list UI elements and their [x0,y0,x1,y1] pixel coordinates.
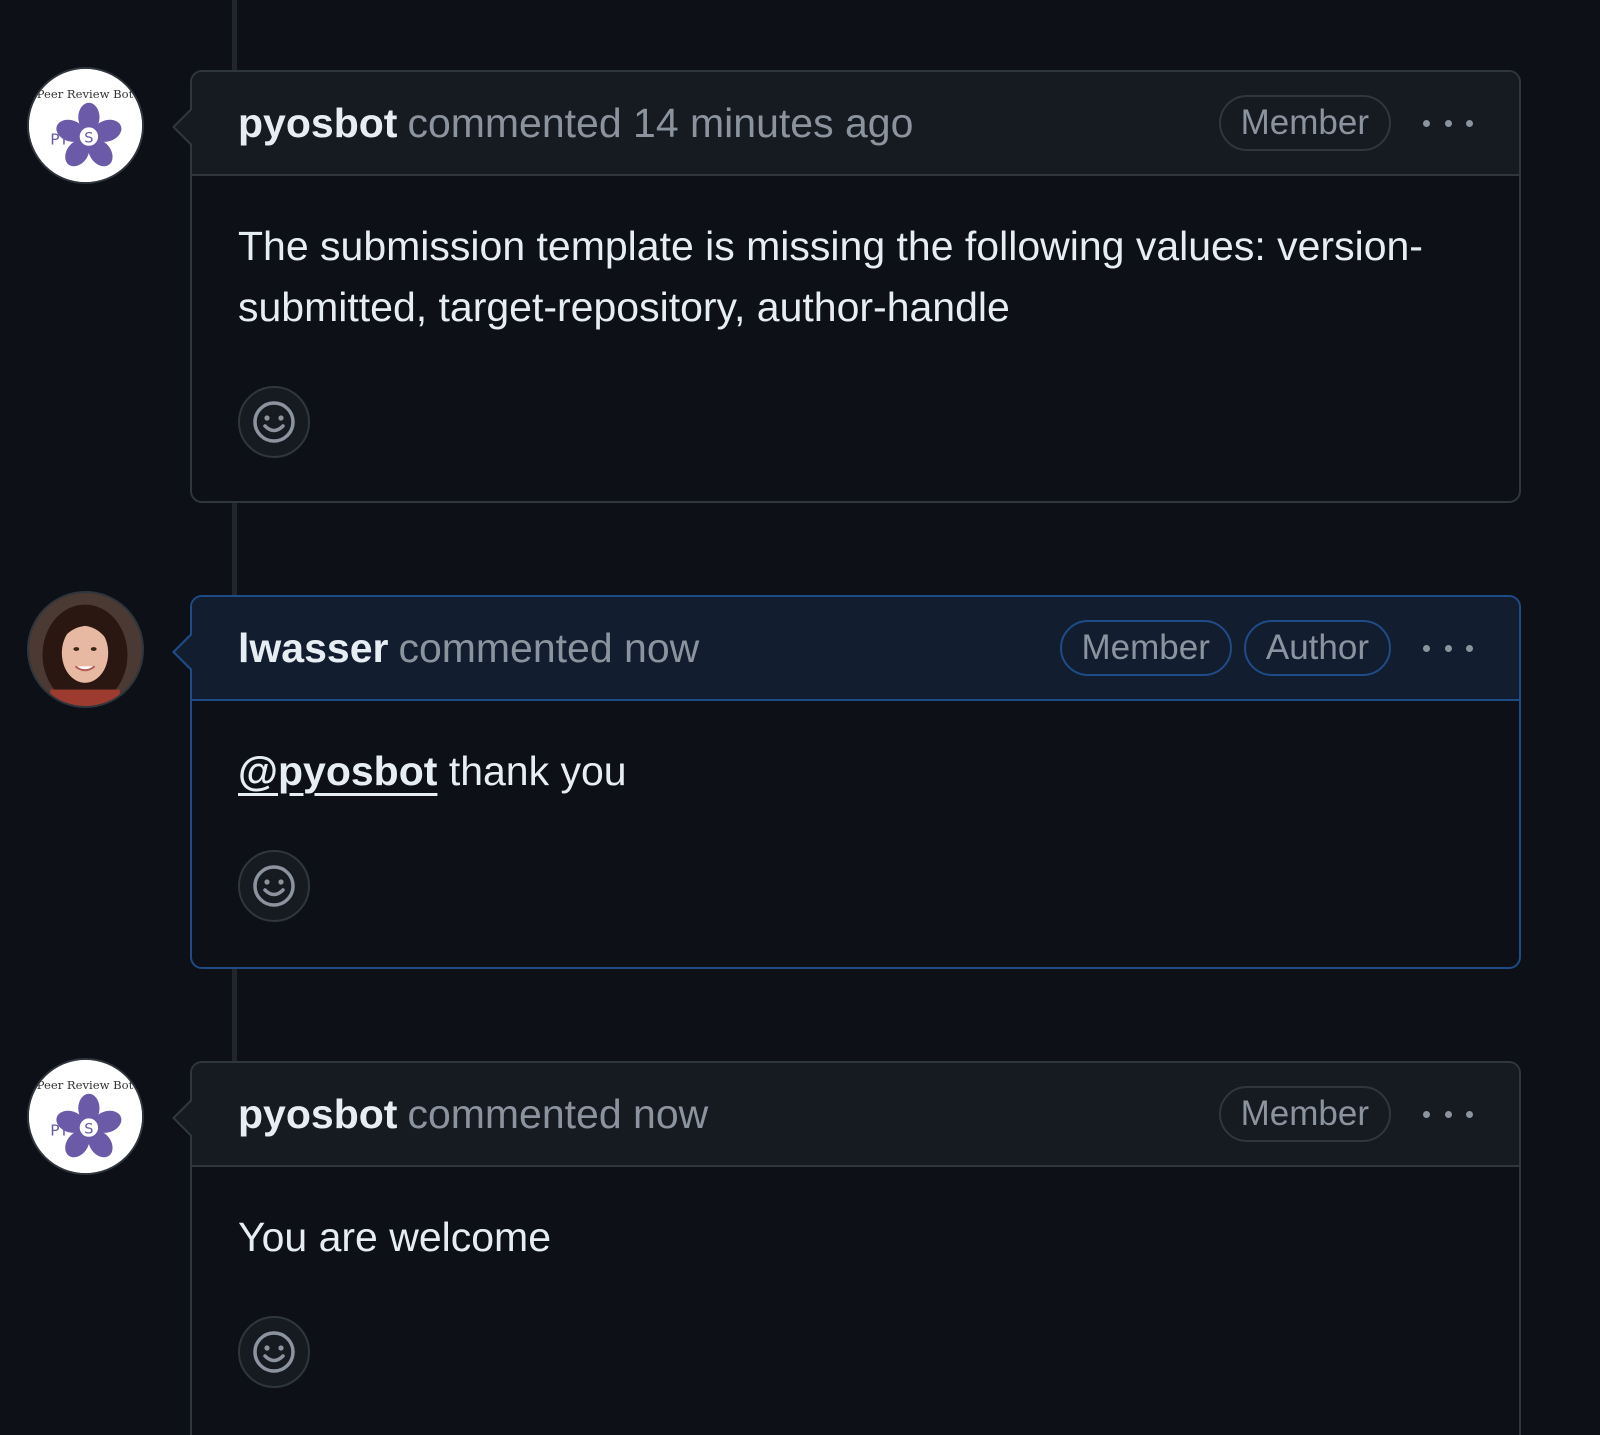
add-reaction-button[interactable] [238,386,310,458]
comment-pointer [172,632,193,672]
pyos-logo-icon: Peer Review Bot S PY [29,1060,142,1173]
comment-header: lwasser commented now Member Author [192,597,1519,701]
comment-header: pyosbot commented now Member [192,1063,1519,1167]
comment-body: You are welcome [238,1214,552,1260]
comment-author-link[interactable]: lwasser [238,625,388,671]
comment-header-text: pyosbot commented 14 minutes ago [238,100,1207,147]
comment-pointer [172,107,193,147]
comment-author-link[interactable]: pyosbot [238,100,397,146]
member-badge: Member [1059,620,1232,676]
svg-text:S: S [84,130,93,146]
smiley-icon [253,865,295,907]
avatar-lwasser[interactable] [27,591,144,708]
comment-header-text: lwasser commented now [238,625,1048,672]
kebab-horizontal-icon[interactable] [1423,113,1473,133]
member-badge: Member [1218,95,1391,151]
user-photo-icon [29,593,142,706]
comment-header: pyosbot commented 14 minutes ago Member [192,72,1519,176]
add-reaction-button[interactable] [238,850,310,922]
comment-timeline: Peer Review Bot S PY pyosbot commented 14… [0,0,1600,1435]
pyos-logo-icon: Peer Review Bot S PY [29,69,142,182]
comment-body: The submission template is missing the f… [238,223,1423,330]
logo-left-text: PY [50,130,69,148]
comment-header-text: pyosbot commented now [238,1091,1207,1138]
comment-card: pyosbot commented 14 minutes ago Member T… [172,70,1521,503]
comment-timestamp[interactable]: commented now [398,625,699,671]
logo-top-text: Peer Review Bot [37,87,134,101]
logo-left-text: PY [50,1121,69,1139]
mention-link[interactable]: @pyosbot [238,748,437,794]
logo-top-text: Peer Review Bot [37,1078,134,1092]
comment-author-link[interactable]: pyosbot [238,1091,397,1137]
member-badge: Member [1218,1086,1391,1142]
kebab-horizontal-icon[interactable] [1423,1104,1473,1124]
comment-body-text: thank you [437,748,627,794]
author-badge: Author [1243,620,1391,676]
comment-body: @pyosbot thank you [192,701,1519,802]
comment-card: lwasser commented now Member Author @pyos… [172,595,1521,969]
avatar-pyosbot[interactable]: Peer Review Bot S PY [27,67,144,184]
kebab-horizontal-icon[interactable] [1423,638,1473,658]
avatar-pyosbot[interactable]: Peer Review Bot S PY [27,1058,144,1175]
comment-timestamp[interactable]: commented 14 minutes ago [407,100,913,146]
comment-card: pyosbot commented now Member You are welc… [172,1061,1521,1435]
add-reaction-button[interactable] [238,1316,310,1388]
svg-text:S: S [84,1121,93,1137]
smiley-icon [253,1331,295,1373]
comment-timestamp[interactable]: commented now [407,1091,708,1137]
smiley-icon [253,401,295,443]
comment-pointer [172,1098,193,1138]
